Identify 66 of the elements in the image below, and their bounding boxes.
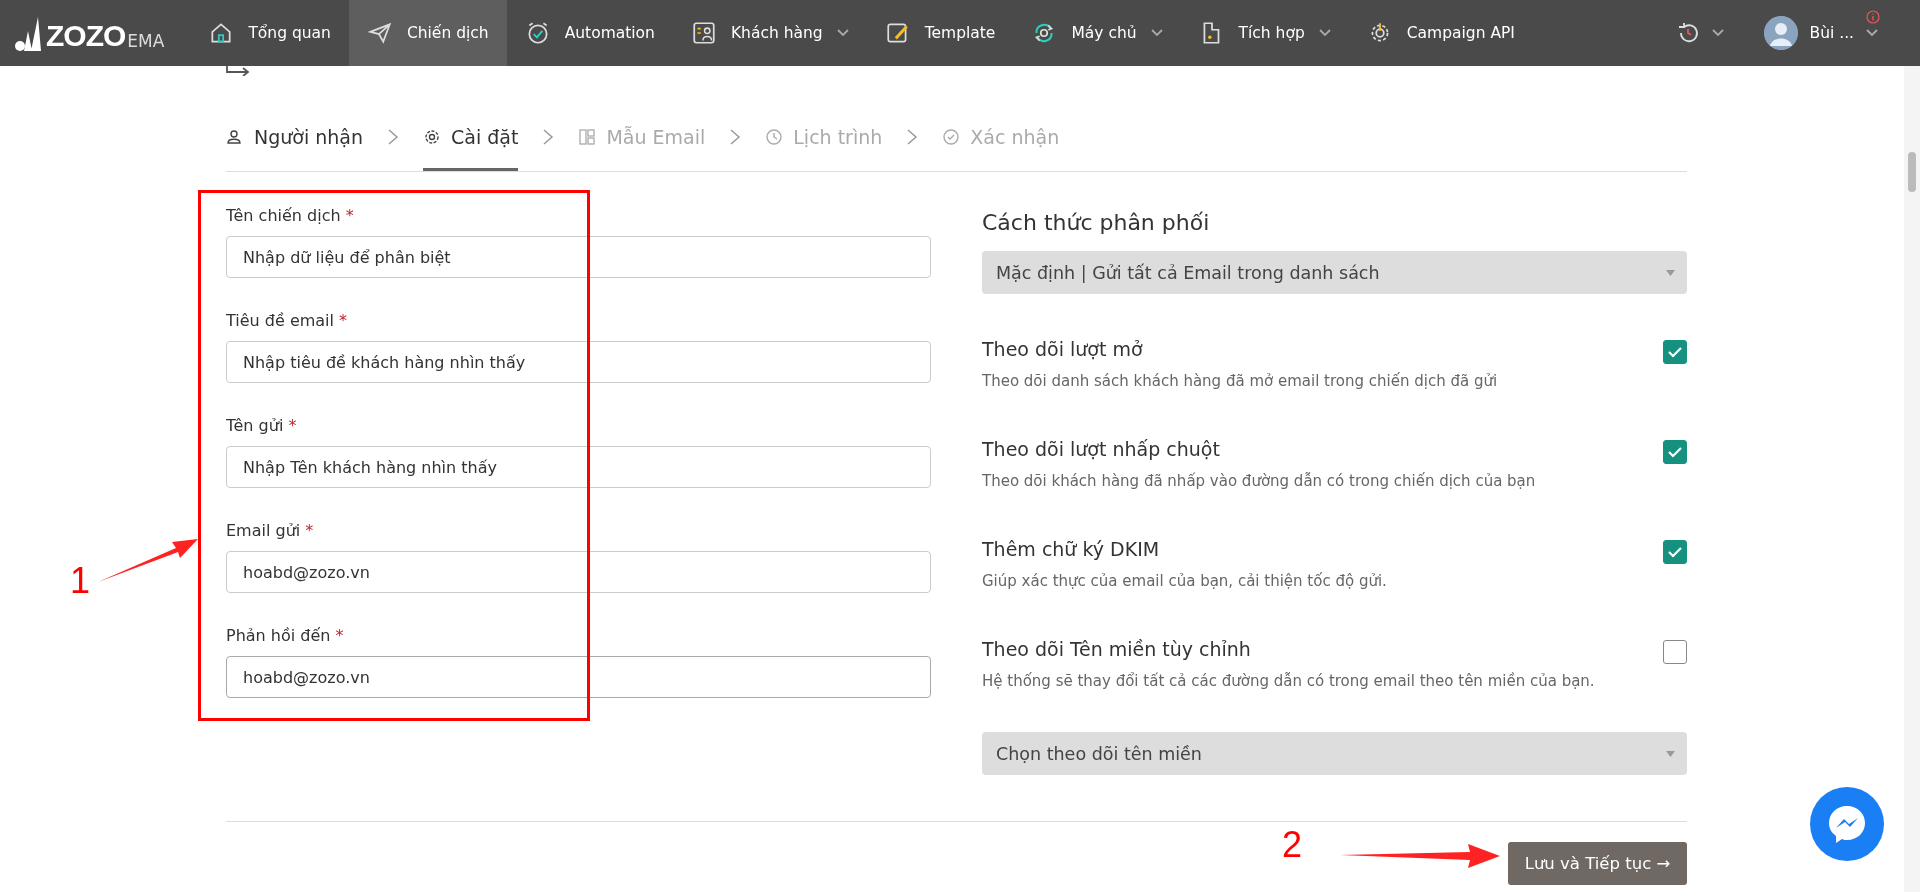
save-continue-button[interactable]: Lưu và Tiếp tục → [1508, 842, 1687, 885]
avatar-icon[interactable] [1763, 16, 1798, 50]
settings-icon [423, 128, 442, 146]
annotation-number: 1 [70, 560, 91, 602]
input-field[interactable]: Nhập tiêu đề khách hàng nhìn thấy [226, 341, 931, 383]
field-label: Email gửi * [226, 521, 315, 540]
dropdown-arrow-icon [1666, 750, 1675, 757]
field-label: Tiêu đề email * [226, 311, 349, 330]
caret-icon [1150, 29, 1163, 37]
checkbox[interactable] [1663, 640, 1687, 664]
scrollbar[interactable] [1904, 66, 1920, 892]
dropdown-arrow-icon [1666, 269, 1675, 276]
chevron-icon [729, 128, 742, 146]
distribution-select[interactable]: Mặc định | Gửi tất cả Email trong danh sách [982, 251, 1687, 294]
checkbox[interactable] [1663, 340, 1687, 364]
step-tab[interactable]: Người nhận [226, 103, 364, 171]
field-label: Tên gửi * [226, 416, 298, 435]
logo-text: ZOZO [46, 19, 126, 53]
section-title: Cách thức phân phối [982, 210, 1211, 235]
checkmark-icon [1667, 345, 1683, 359]
chevron-icon [387, 128, 400, 146]
info-icon [1866, 10, 1880, 24]
annotation-number: 2 [1282, 824, 1303, 866]
chevron-icon [542, 128, 555, 146]
checkbox[interactable] [1663, 540, 1687, 564]
clock-icon [765, 128, 784, 146]
option-title: Theo dõi Tên miền tùy chỉnh [982, 638, 1252, 660]
checkmark-icon [1667, 545, 1683, 559]
caret-icon [1318, 29, 1331, 37]
caret-icon [836, 29, 849, 37]
nav-item[interactable]: Campaign API [1348, 0, 1533, 66]
layout-icon [578, 128, 597, 146]
option-title: Thêm chữ ký DKIM [982, 538, 1161, 560]
input-field[interactable]: hoabd@zozo.vn [226, 551, 931, 593]
nav-item[interactable]: Automation [506, 0, 673, 66]
logo-subtext: EMA [127, 31, 165, 53]
nav-item[interactable]: Template [866, 0, 1014, 66]
option-description: Giúp xác thực của email của bạn, cải thiện tốc độ gửi. [982, 572, 1387, 590]
option-description: Hệ thống sẽ thay đổi tất cả các đường dẫn có trong email theo tên miền của bạn. [982, 672, 1595, 690]
nav-item[interactable]: Chiến dịch [348, 0, 507, 66]
step-tab[interactable]: Cài đặt [423, 103, 519, 171]
paper-plane-icon [366, 20, 393, 46]
input-field[interactable]: hoabd@zozo.vn [226, 656, 931, 698]
caret-icon [1866, 29, 1878, 37]
caret-icon [1711, 29, 1724, 37]
user-name[interactable]: Bùi ... [1809, 24, 1854, 42]
domain-select[interactable]: Chọn theo dõi tên miền [982, 732, 1687, 775]
option-title: Theo dõi lượt mở [982, 338, 1144, 360]
nav-item[interactable]: Khách hàng [672, 0, 867, 66]
option-title: Theo dõi lượt nhấp chuột [982, 438, 1221, 460]
checkbox[interactable] [1663, 440, 1687, 464]
field-label: Phản hồi đến * [226, 626, 345, 645]
input-field[interactable]: Nhập dữ liệu để phân biệt [226, 236, 931, 278]
option-description: Theo dõi khách hàng đã nhấp vào đường dẫn có trong chiến dịch của bạn [982, 472, 1536, 490]
nav-item[interactable]: Tích hợp [1180, 0, 1349, 66]
pen-icon [884, 20, 911, 46]
option-description: Theo dõi danh sách khách hàng đã mở email trong chiến dịch đã gửi [982, 372, 1498, 390]
check-circle-icon [942, 128, 961, 146]
checkmark-icon [1667, 445, 1683, 459]
contact-card-icon [690, 20, 717, 46]
field-label: Tên chiến dịch * [226, 206, 355, 225]
user-icon [226, 128, 244, 146]
nav-item[interactable]: Tổng quan [190, 0, 349, 66]
input-field[interactable]: Nhập Tên khách hàng nhìn thấy [226, 446, 931, 488]
chevron-icon [906, 128, 919, 146]
nav-item[interactable]: Máy chủ [1013, 0, 1181, 66]
